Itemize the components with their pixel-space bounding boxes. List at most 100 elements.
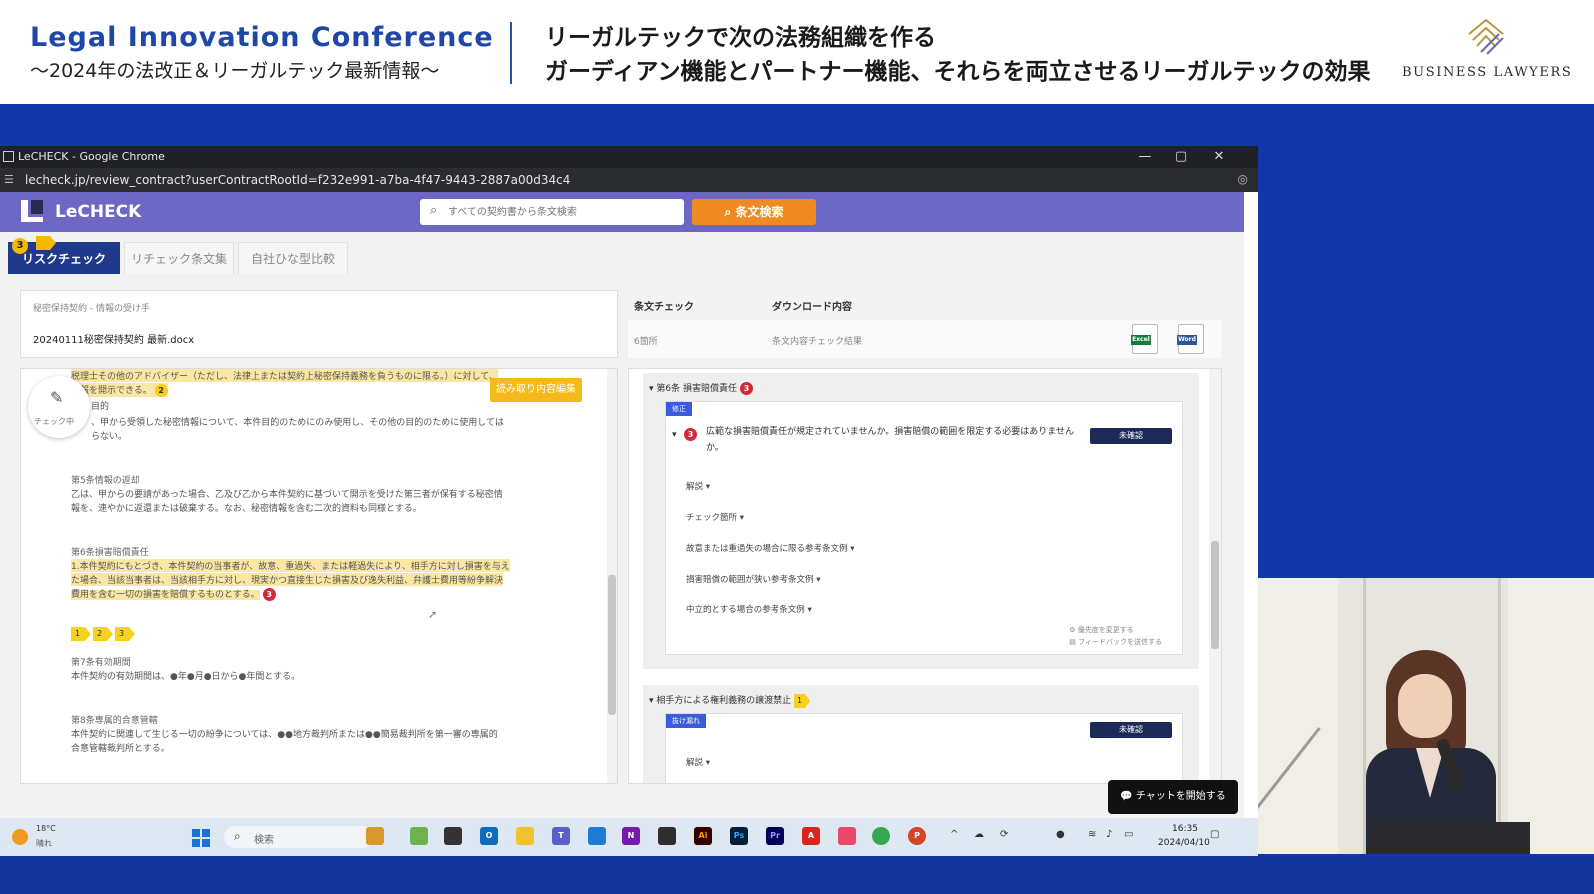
mouse-cursor-icon: ➚ bbox=[428, 608, 438, 621]
clause-group: ▾ 相手方による権利義務の譲渡禁止 1 抜け漏れ 未確認 解説 ▾ bbox=[643, 685, 1199, 783]
search-icon: ⌕ bbox=[724, 205, 736, 219]
explanation-toggle[interactable]: 解説 ▾ bbox=[686, 756, 710, 768]
start-chat-button[interactable]: 💬 チャットを開始する bbox=[1108, 780, 1238, 814]
tab-template-compare[interactable]: 自社ひな型比較 bbox=[238, 242, 348, 274]
word-download-icon[interactable]: Word bbox=[1177, 324, 1204, 354]
doc-line: 本件契約の有効期間は、●年●月●日から●年間とする。 bbox=[71, 672, 301, 682]
eye-off-icon[interactable]: ◎ bbox=[1238, 172, 1248, 186]
edit-read-content-button[interactable]: 読み取り内容編集 bbox=[490, 378, 582, 402]
photoshop-app-icon[interactable]: Ps bbox=[730, 827, 748, 845]
battery-icon[interactable]: ▭ bbox=[1124, 829, 1133, 840]
chat-icon: 💬 bbox=[1120, 791, 1136, 802]
url-text[interactable]: lecheck.jp/review_contract?userContractR… bbox=[25, 173, 570, 187]
card-footer-links: ⚙ 優先度を変更する ▤ フィードバックを送信する bbox=[1069, 624, 1162, 648]
list-scrollbar[interactable] bbox=[1209, 369, 1221, 783]
contract-document[interactable]: 税理士その他のアドバイザー（ただし、法律上または契約上秘密保持義務を負うものに限… bbox=[20, 368, 618, 784]
close-button[interactable]: ✕ bbox=[1210, 149, 1228, 164]
doc-heading: 目的 bbox=[91, 402, 110, 412]
powerpoint-app-icon[interactable]: P bbox=[908, 827, 926, 845]
issue-pin[interactable]: 3 bbox=[262, 588, 276, 601]
clause-search-input[interactable] bbox=[448, 203, 676, 221]
folder-app-icon[interactable] bbox=[516, 827, 534, 845]
business-lawyers-logo-icon bbox=[1468, 18, 1504, 55]
acrobat-app-icon[interactable]: A bbox=[802, 827, 820, 845]
address-bar[interactable]: ☰ lecheck.jp/review_contract?userContrac… bbox=[0, 168, 1258, 192]
chevron-flag-icon[interactable]: 1 bbox=[71, 627, 91, 641]
check-location-toggle[interactable]: チェック箇所 ▾ bbox=[686, 511, 744, 523]
excel-download-icon[interactable]: Excel bbox=[1131, 324, 1158, 354]
premiere-app-icon[interactable]: Pr bbox=[766, 827, 784, 845]
search-button-label: 条文検索 bbox=[735, 205, 784, 219]
site-info-icon[interactable]: ☰ bbox=[4, 173, 14, 186]
sticky-notes-app-icon[interactable] bbox=[658, 827, 676, 845]
status-unconfirmed-button[interactable]: 未確認 bbox=[1090, 428, 1172, 444]
doc-line: 合意管轄裁判所とする。 bbox=[71, 744, 170, 754]
chevron-flag-icon[interactable]: 2 bbox=[93, 627, 113, 641]
edit-fab[interactable]: ✎ チェック中 bbox=[28, 376, 90, 438]
sample-clause-toggle[interactable]: 損害賠償の範囲が狭い参考条文例 ▾ bbox=[686, 573, 820, 585]
tab-count-badge: 3 bbox=[12, 238, 28, 254]
clock-date[interactable]: 2024/04/10 bbox=[1158, 838, 1210, 848]
sample-clause-toggle[interactable]: 中立的とする場合の参考条文例 ▾ bbox=[686, 603, 812, 615]
file-explorer-app-icon[interactable] bbox=[444, 827, 462, 845]
clause-search-button[interactable]: ⌕ 条文検索 bbox=[692, 199, 816, 225]
lecheck-logo-icon bbox=[21, 200, 43, 222]
weather-temp[interactable]: 18°C bbox=[36, 824, 56, 833]
clock-time[interactable]: 16:35 bbox=[1172, 824, 1198, 834]
photos-app-icon[interactable] bbox=[838, 827, 856, 845]
taskbar-search[interactable]: ⌕ 検索 bbox=[224, 826, 374, 848]
windows-start-icon[interactable] bbox=[192, 829, 210, 847]
wifi-icon[interactable]: ≋ bbox=[1088, 829, 1096, 840]
clause-title-text: 第6条 損害賠償責任 bbox=[656, 384, 737, 394]
illustrator-app-icon[interactable]: Ai bbox=[694, 827, 712, 845]
windows-taskbar: 18°C 晴れ ⌕ 検索 O T N Ai Ps Pr A P ^ ☁ ⟳ ● … bbox=[0, 818, 1258, 856]
onenote-app-icon[interactable]: N bbox=[622, 827, 640, 845]
doc-scroll-thumb[interactable] bbox=[608, 575, 616, 715]
weather-desc[interactable]: 晴れ bbox=[36, 838, 52, 849]
chrome-app-icon[interactable] bbox=[872, 827, 890, 845]
doc-line: 乙は、甲からの要請があった場合、乙及び乙から本件契約に基づいて開示を受けた第三者… bbox=[71, 490, 503, 500]
doc-line: 、甲から受領した秘密情報について、本件目的のためにのみ使用し、その他の目的のため… bbox=[91, 418, 504, 428]
conference-subtitle: ～2024年の法改正＆リーガルテック最新情報～ bbox=[30, 60, 440, 82]
sample-clause-toggle[interactable]: 故意または重過失の場合に限る参考条文例 ▾ bbox=[686, 542, 854, 554]
clause-title[interactable]: ▾ 相手方による権利義務の譲渡禁止 1 bbox=[649, 693, 812, 708]
speaker-icon[interactable]: ♪ bbox=[1106, 829, 1112, 840]
article5-title: 第5条情報の返却 bbox=[71, 476, 140, 486]
doc-line: 本件契約に関連して生じる一切の紛争については、●●地方裁判所または●●簡易裁判所… bbox=[71, 730, 498, 740]
list-scroll-thumb[interactable] bbox=[1211, 541, 1219, 649]
window-titlebar[interactable]: LeCHECK - Google Chrome — ▢ ✕ bbox=[0, 146, 1258, 168]
trello-app-icon[interactable] bbox=[588, 827, 606, 845]
chevron-up-icon[interactable]: ^ bbox=[950, 829, 958, 840]
doc-scrollbar[interactable] bbox=[607, 369, 617, 783]
issue-pin[interactable]: 2 bbox=[154, 384, 168, 397]
send-feedback-link[interactable]: ▤ フィードバックを送信する bbox=[1069, 636, 1162, 648]
sun-icon[interactable] bbox=[12, 829, 28, 845]
omission-tag: 抜け漏れ bbox=[666, 714, 706, 728]
clause-search-box[interactable]: ⌕ bbox=[420, 199, 684, 225]
teams-app-icon[interactable]: T bbox=[552, 827, 570, 845]
chevron-down-icon[interactable]: ▾ bbox=[672, 430, 677, 440]
backdrop-panel bbox=[1508, 578, 1594, 854]
issue-chevrons[interactable]: 123 bbox=[71, 621, 137, 641]
check-header: 条文チェック ダウンロード内容 bbox=[628, 290, 1222, 318]
check-item-card: 抜け漏れ 未確認 解説 ▾ bbox=[665, 713, 1183, 783]
network-app-icon[interactable]: ● bbox=[1056, 829, 1065, 840]
explanation-toggle[interactable]: 解説 ▾ bbox=[686, 480, 710, 492]
check-question: 広範な損害賠償責任が規定されていませんか。損害賠償の範囲を限定する必要はありませ… bbox=[706, 427, 1075, 453]
browser-window: LeCHECK - Google Chrome — ▢ ✕ ☰ lecheck.… bbox=[0, 146, 1258, 856]
tab-recheck-clauses[interactable]: リチェック条文集 bbox=[124, 242, 234, 274]
file-name[interactable]: 20240111秘密保持契約 最新.docx bbox=[33, 331, 194, 346]
clause-title[interactable]: ▾ 第6条 損害賠償責任 3 bbox=[649, 381, 753, 395]
onedrive-icon[interactable]: ☁ bbox=[974, 829, 984, 840]
notification-icon[interactable]: ▢ bbox=[1210, 829, 1219, 840]
minimize-button[interactable]: — bbox=[1136, 149, 1154, 164]
briefcase-app-icon[interactable] bbox=[366, 827, 384, 845]
maximize-button[interactable]: ▢ bbox=[1172, 149, 1190, 164]
outlook-app-icon[interactable]: O bbox=[480, 827, 498, 845]
status-unconfirmed-button[interactable]: 未確認 bbox=[1090, 722, 1172, 738]
doc-line-text: 費用を含む一切の損害を賠償するものとする。 bbox=[71, 590, 260, 600]
copilot-app-icon[interactable] bbox=[410, 827, 428, 845]
sync-icon[interactable]: ⟳ bbox=[1000, 829, 1008, 840]
chevron-flag-icon[interactable]: 3 bbox=[115, 627, 135, 641]
change-priority-link[interactable]: ⚙ 優先度を変更する bbox=[1069, 624, 1162, 636]
